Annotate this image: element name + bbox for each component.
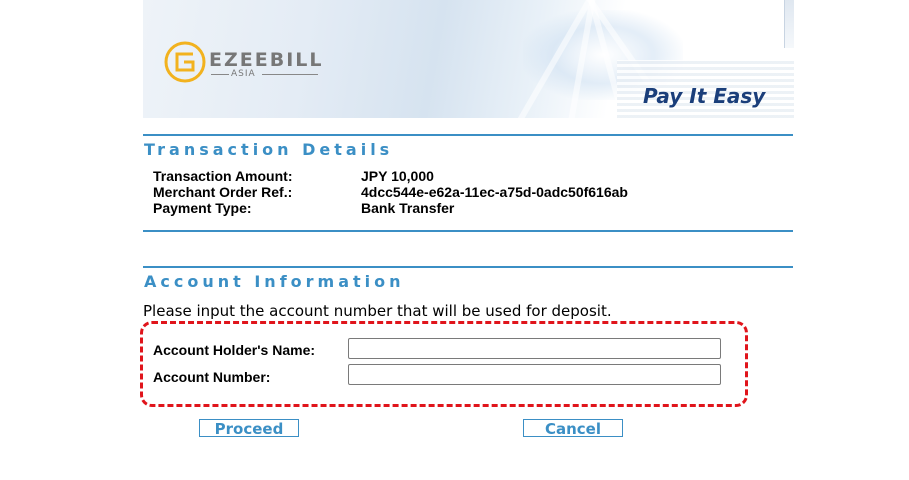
order-ref-label: Merchant Order Ref.:	[153, 184, 293, 200]
section-rule	[143, 266, 793, 268]
account-number-label: Account Number:	[153, 369, 271, 385]
logo-mark-icon	[164, 41, 206, 83]
banner-tower	[784, 0, 794, 48]
logo-divider	[262, 74, 318, 75]
section-rule	[143, 134, 793, 136]
logo-subtext: ASIA	[231, 69, 256, 79]
logo-divider	[211, 74, 229, 75]
account-section-title: Account Information	[144, 272, 405, 291]
payment-type-value: Bank Transfer	[361, 200, 455, 216]
amount-value: JPY 10,000	[361, 168, 434, 184]
section-rule	[143, 230, 793, 232]
holder-name-input[interactable]	[348, 338, 721, 359]
account-prompt: Please input the account number that wil…	[143, 302, 612, 320]
account-number-input[interactable]	[348, 364, 721, 385]
tagline: Pay It Easy	[643, 84, 766, 108]
transaction-section-title: Transaction Details	[144, 140, 394, 159]
cancel-button[interactable]: Cancel	[523, 419, 623, 438]
holder-name-label: Account Holder's Name:	[153, 342, 316, 358]
payment-type-label: Payment Type:	[153, 200, 252, 216]
order-ref-value: 4dcc544e-e62a-11ec-a75d-0adc50f616ab	[361, 184, 628, 200]
proceed-button[interactable]: Proceed	[199, 419, 299, 438]
logo-text: EZEEBILL	[209, 49, 324, 71]
header-banner: EZEEBILL ASIA Pay It Easy	[143, 0, 794, 118]
logo: EZEEBILL ASIA	[163, 37, 343, 89]
amount-label: Transaction Amount:	[153, 168, 293, 184]
